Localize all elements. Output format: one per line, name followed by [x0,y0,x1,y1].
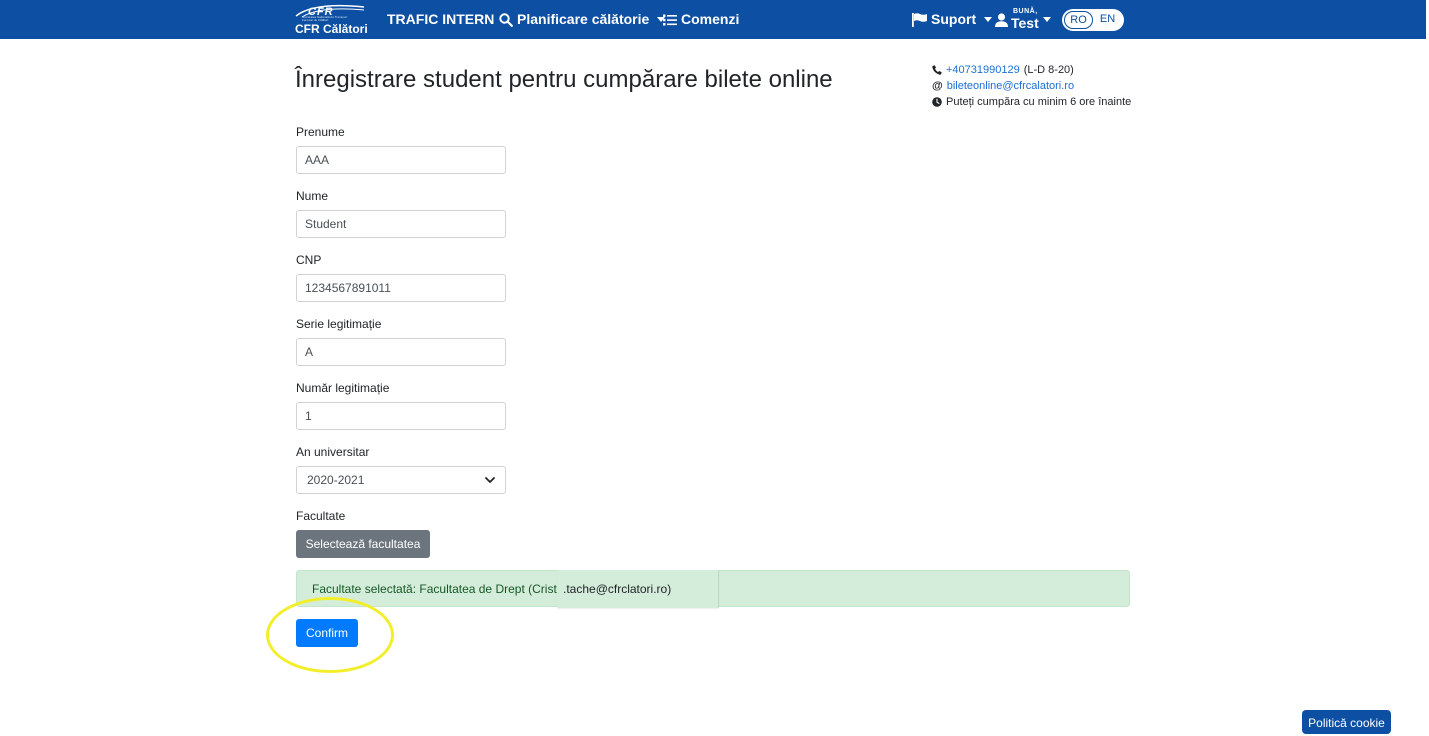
email-tooltip-text: .tache@cfrclatori.ro) [563,582,672,596]
contact-email-link[interactable]: bileteonline@cfrcalatori.ro [947,78,1074,94]
numar-legitimatie-label: Număr legitimație [296,381,390,395]
facultate-label: Facultate [296,509,346,523]
select-faculty-button[interactable]: Selectează facultatea [296,530,430,558]
chevron-down-icon [1043,17,1051,22]
nav-comenzi-label: Comenzi [681,11,740,27]
prenume-label: Prenume [296,125,345,139]
nav-planificare-calatorie[interactable]: Planificare călătorie [499,0,666,39]
language-toggle[interactable]: RO EN [1062,9,1124,31]
user-menu[interactable]: BUNĂ, Test [995,0,1051,39]
numar-legitimatie-input[interactable] [296,402,506,430]
lang-ro-option[interactable]: RO [1064,11,1093,29]
contact-phone-hours: (L-D 8-20) [1023,64,1074,76]
faculty-selected-text: Facultate selectată: Facultatea de Drept… [312,582,560,596]
nav-trafic-intern-label: TRAFIC INTERN [387,11,495,27]
contact-info: +40731990129 (L-D 8-20) @ bileteonline@c… [932,62,1131,110]
nav-suport-label: Suport [931,11,977,27]
cnp-label: CNP [296,253,322,267]
nav-suport[interactable]: Suport [912,0,993,39]
user-text: BUNĂ, Test [1011,0,1041,39]
nume-label: Nume [296,189,329,203]
serie-legitimatie-label: Serie legitimație [296,317,382,331]
contact-phone-row: +40731990129 (L-D 8-20) [932,62,1131,78]
an-universitar-label: An universitar [296,445,370,459]
prenume-input[interactable] [296,146,506,174]
nume-input[interactable] [296,210,506,238]
nav-planificare-label: Planificare călătorie [517,11,650,27]
lang-en-option[interactable]: EN [1093,11,1122,29]
list-icon [663,14,677,25]
phone-icon [932,65,942,75]
serie-legitimatie-input[interactable] [296,338,506,366]
cnp-input[interactable] [296,274,506,302]
confirm-button[interactable]: Confirm [296,619,358,647]
at-icon: @ [932,80,943,92]
cookie-policy-button[interactable]: Politică cookie [1302,710,1391,734]
user-greeting: BUNĂ, [1013,8,1038,15]
contact-notice-row: Puteți cumpăra cu minim 6 ore înainte [932,94,1131,110]
an-universitar-select[interactable]: 2020-2021 [296,466,506,494]
page-title: Înregistrare student pentru cumpărare bi… [295,66,833,93]
user-icon [995,12,1008,27]
nav-trafic-intern[interactable]: TRAFIC INTERN [387,0,494,39]
email-tooltip: .tache@cfrclatori.ro) [557,570,719,608]
search-icon [499,12,513,27]
chevron-down-icon [984,17,993,22]
an-universitar-value: 2020-2021 [307,473,365,487]
contact-phone-link[interactable]: +40731990129 [946,62,1020,78]
cfr-logo[interactable]: CFR Societatea Națională de Transport Fe… [294,4,368,36]
user-name: Test [1011,15,1039,31]
chevron-down-icon [485,476,495,483]
top-navbar: CFR Societatea Națională de Transport Fe… [0,0,1429,39]
contact-email-row: @ bileteonline@cfrcalatori.ro [932,78,1131,94]
nav-comenzi[interactable]: Comenzi [663,0,739,39]
logo-brand-name: CFR Călători [295,22,368,36]
flag-icon [912,12,927,27]
contact-notice: Puteți cumpăra cu minim 6 ore înainte [946,96,1132,108]
clock-icon [932,97,942,107]
